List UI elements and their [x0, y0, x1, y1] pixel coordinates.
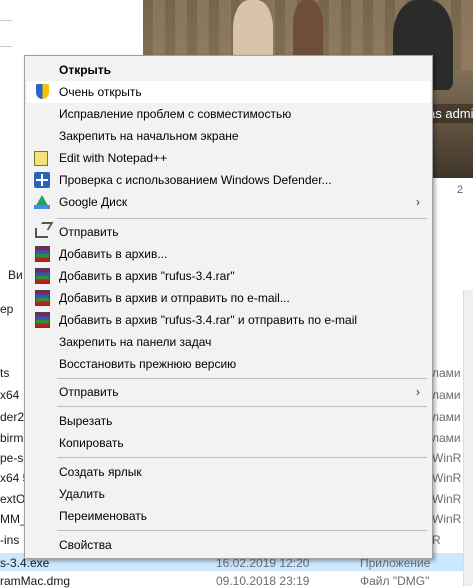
- video-info-number: 2: [456, 184, 463, 196]
- menu-item-label: Закрепить на начальном экране: [59, 129, 239, 143]
- menu-item-label: Отправить: [59, 225, 119, 239]
- menu-item-label: Добавить в архив и отправить по e-mail..…: [59, 291, 290, 305]
- menu-item-label: Отправить: [59, 385, 119, 399]
- menu-item-archive-and-email[interactable]: Добавить в архив и отправить по e-mail..…: [27, 287, 430, 309]
- file-type: лами: [432, 431, 461, 445]
- menu-separator: [57, 218, 427, 219]
- menu-item-create-shortcut[interactable]: Создать ярлык: [27, 461, 430, 483]
- menu-item-open[interactable]: Открыть: [27, 59, 430, 81]
- menu-item-pin-to-start[interactable]: Закрепить на начальном экране: [27, 125, 430, 147]
- menu-item-label: Добавить в архив "rufus-3.4.rar" и отпра…: [59, 313, 358, 327]
- menu-item-properties[interactable]: Свойства: [27, 534, 430, 556]
- menu-item-delete[interactable]: Удалить: [27, 483, 430, 505]
- menu-item-rufus-rar-and-email[interactable]: Добавить в архив "rufus-3.4.rar" и отпра…: [27, 309, 430, 331]
- menu-item-share[interactable]: Отправить: [27, 221, 430, 243]
- menu-separator: [57, 457, 427, 458]
- menu-item-label: Открыть: [59, 63, 112, 77]
- context-menu: Открыть Очень открыть Исправление пробле…: [24, 55, 433, 559]
- menu-item-copy[interactable]: Копировать: [27, 432, 430, 454]
- menu-item-label: Добавить в архив "rufus-3.4.rar": [59, 269, 235, 283]
- menu-item-label: Исправление проблем с совместимостью: [59, 107, 292, 121]
- explorer-label: ер: [0, 302, 14, 316]
- file-type: лами: [432, 410, 461, 424]
- scrollbar[interactable]: [463, 290, 473, 586]
- file-name: ts: [0, 366, 10, 380]
- google-drive-icon: [34, 195, 50, 209]
- menu-item-rename[interactable]: Переименовать: [27, 505, 430, 527]
- chevron-right-icon: ›: [416, 195, 420, 209]
- winrar-icon: [35, 290, 50, 306]
- menu-separator: [57, 378, 427, 379]
- menu-item-troubleshoot-compatibility[interactable]: Исправление проблем с совместимостью: [27, 103, 430, 125]
- menu-item-label: Проверка с использованием Windows Defend…: [59, 173, 332, 187]
- menu-item-label: Свойства: [59, 538, 112, 552]
- file-name: x64: [0, 388, 20, 402]
- divider: [0, 46, 12, 47]
- share-icon: [35, 228, 48, 238]
- menu-item-google-drive[interactable]: Google Диск ›: [27, 191, 430, 213]
- menu-item-add-to-rufus-rar[interactable]: Добавить в архив "rufus-3.4.rar": [27, 265, 430, 287]
- file-type: WinR: [432, 512, 462, 526]
- winrar-icon: [35, 246, 50, 262]
- menu-item-label: Удалить: [59, 487, 105, 501]
- file-name: extO: [0, 492, 26, 506]
- file-type: лами: [432, 388, 461, 402]
- menu-item-restore-previous-version[interactable]: Восстановить прежнюю версию: [27, 353, 430, 375]
- uac-shield-icon: [36, 84, 49, 99]
- explorer-tab-label[interactable]: Ви: [8, 268, 23, 282]
- file-name: birm: [0, 431, 24, 445]
- chevron-right-icon: ›: [416, 385, 420, 399]
- winrar-icon: [35, 268, 50, 284]
- video-figure: [293, 0, 323, 60]
- menu-item-label: Вырезать: [59, 414, 113, 428]
- menu-item-label: Добавить в архив...: [59, 247, 168, 261]
- menu-item-label: Edit with Notepad++: [59, 151, 168, 165]
- menu-item-label: Копировать: [59, 436, 124, 450]
- menu-separator: [57, 530, 427, 531]
- windows-defender-icon: [34, 172, 50, 188]
- file-type: R: [432, 533, 441, 547]
- file-type: WinR: [432, 471, 462, 485]
- notepad-plus-plus-icon: [34, 151, 48, 166]
- file-type: WinR: [432, 492, 462, 506]
- file-type: WinR: [432, 451, 462, 465]
- menu-item-label: Очень открыть: [59, 85, 142, 99]
- menu-item-label: Закрепить на панели задач: [59, 335, 212, 349]
- menu-item-edit-notepad[interactable]: Edit with Notepad++: [27, 147, 430, 169]
- menu-separator: [57, 406, 427, 407]
- menu-item-add-to-archive[interactable]: Добавить в архив...: [27, 243, 430, 265]
- menu-item-cut[interactable]: Вырезать: [27, 410, 430, 432]
- menu-item-label: Создать ярлык: [59, 465, 142, 479]
- menu-item-label: Google Диск: [59, 195, 128, 209]
- divider: [0, 20, 12, 21]
- menu-item-label: Восстановить прежнюю версию: [59, 357, 237, 371]
- menu-item-defender-scan[interactable]: Проверка с использованием Windows Defend…: [27, 169, 430, 191]
- menu-item-pin-to-taskbar[interactable]: Закрепить на панели задач: [27, 331, 430, 353]
- menu-item-label: Переименовать: [59, 509, 147, 523]
- file-type: лами: [432, 366, 461, 380]
- file-name: -ins: [0, 533, 20, 547]
- winrar-icon: [35, 312, 50, 328]
- menu-item-run-as-admin[interactable]: Очень открыть: [27, 81, 430, 103]
- file-name: der2: [0, 410, 25, 424]
- menu-item-send-to[interactable]: Отправить ›: [27, 381, 430, 403]
